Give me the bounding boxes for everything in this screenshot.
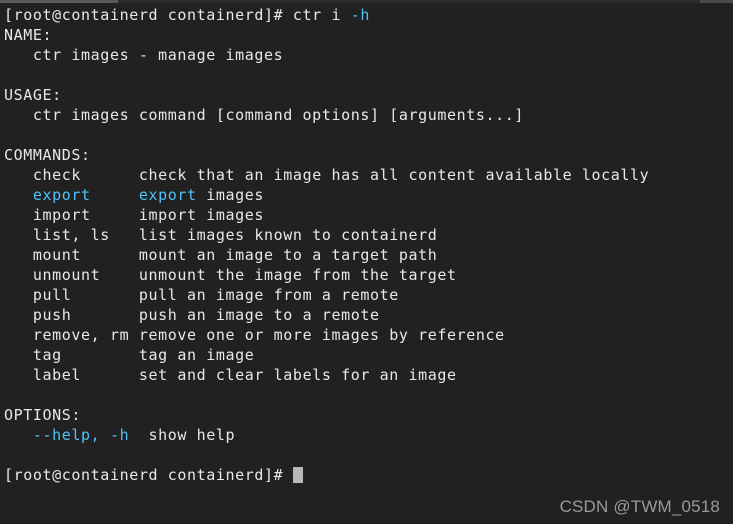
command-name: push (4, 306, 139, 324)
command-row: unmount unmount the image from the targe… (4, 265, 733, 285)
commands-section-header: COMMANDS: (4, 146, 91, 164)
command-row: export export images (4, 185, 733, 205)
command-row: check check that an image has all conten… (4, 165, 733, 185)
command-name: label (4, 366, 139, 384)
command-row: tag tag an image (4, 345, 733, 365)
option-flags: --help, -h (4, 426, 130, 444)
typed-flag: -h (350, 6, 370, 24)
window-top-edge-highlight-left (0, 0, 118, 3)
terminal-window[interactable]: [root@containerd containerd]# ctr i -h N… (0, 0, 733, 524)
command-description: pull an image from a remote (138, 286, 399, 304)
command-name: mount (4, 246, 139, 264)
command-name: tag (4, 346, 139, 364)
command-name: export (4, 186, 139, 204)
command-description: set and clear labels for an image (138, 366, 457, 384)
command-description: mount an image to a target path (138, 246, 438, 264)
command-name: unmount (4, 266, 139, 284)
command-row: list, ls list images known to containerd (4, 225, 733, 245)
option-description: show help (129, 426, 236, 444)
command-description: push an image to a remote (138, 306, 380, 324)
command-name: remove, rm (4, 326, 139, 344)
commands-list: check check that an image has all conten… (4, 165, 733, 385)
terminal-output[interactable]: [root@containerd containerd]# ctr i -h N… (4, 5, 733, 524)
option-row: --help, -h show help (4, 425, 733, 445)
command-name: list, ls (4, 226, 139, 244)
command-description: tag an image (138, 346, 255, 364)
command-name: check (4, 166, 139, 184)
window-top-edge-highlight-right (700, 0, 733, 3)
command-description-accent: export (138, 186, 197, 204)
options-section-header: OPTIONS: (4, 406, 82, 424)
command-description: unmount the image from the target (138, 266, 457, 284)
final-prompt-string: [root@containerd containerd]# (4, 466, 293, 484)
command-name: import (4, 206, 139, 224)
command-description: remove one or more images by reference (138, 326, 505, 344)
watermark: CSDN @TWM_0518 (559, 497, 720, 516)
command-prompt-line: [root@containerd containerd]# ctr i -h (4, 5, 733, 25)
command-row: push push an image to a remote (4, 305, 733, 325)
command-description: images (196, 186, 265, 204)
command-description: check that an image has all content avai… (138, 166, 650, 184)
name-section-header: NAME: (4, 26, 53, 44)
usage-section-header: USAGE: (4, 86, 62, 104)
usage-section-body: ctr images command [command options] [ar… (4, 106, 525, 124)
options-list: --help, -h show help (4, 425, 733, 445)
command-row: import import images (4, 205, 733, 225)
command-name: pull (4, 286, 139, 304)
prompt-string: [root@containerd containerd]# ctr i (4, 6, 351, 24)
final-prompt-line[interactable]: [root@containerd containerd]# (4, 465, 733, 485)
command-description: import images (138, 206, 265, 224)
text-cursor (292, 467, 303, 483)
command-row: pull pull an image from a remote (4, 285, 733, 305)
command-row: mount mount an image to a target path (4, 245, 733, 265)
command-description: list images known to containerd (138, 226, 438, 244)
name-section-body: ctr images - manage images (4, 46, 284, 64)
command-row: label set and clear labels for an image (4, 365, 733, 385)
command-row: remove, rm remove one or more images by … (4, 325, 733, 345)
